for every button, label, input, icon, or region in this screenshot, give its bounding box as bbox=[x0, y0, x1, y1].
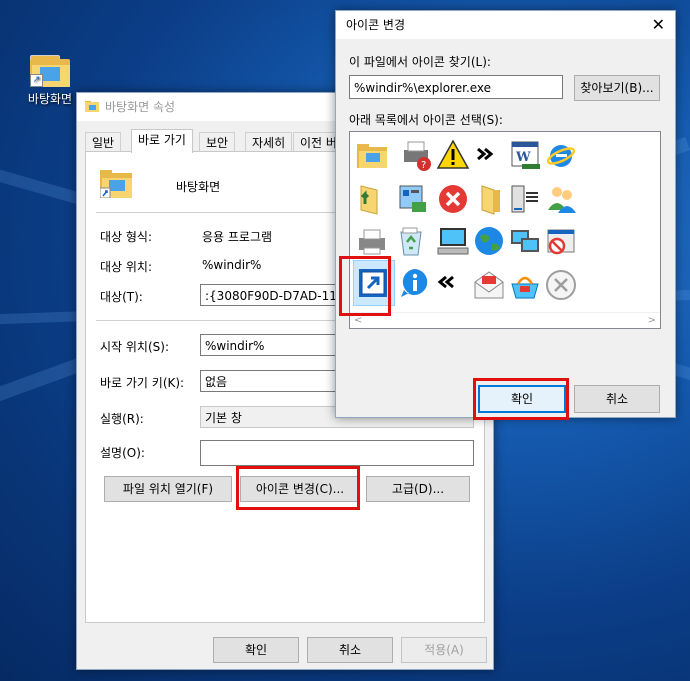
blocked-window-icon[interactable] bbox=[544, 224, 578, 258]
folder-icon bbox=[85, 101, 99, 112]
error-icon[interactable] bbox=[436, 182, 470, 216]
word-document-icon[interactable]: W bbox=[508, 138, 542, 172]
icon-cancel-button[interactable]: 취소 bbox=[574, 385, 660, 413]
double-right-chevron-icon[interactable] bbox=[470, 138, 504, 172]
tab-shortcut[interactable]: 바로 가기 bbox=[131, 129, 193, 153]
desktop-shortcut[interactable]: ↗ 바탕화면 bbox=[22, 55, 78, 107]
folder-icon: ↗ bbox=[30, 55, 70, 87]
folder-yellow-icon[interactable] bbox=[474, 182, 508, 216]
warning-icon[interactable] bbox=[436, 138, 470, 172]
shopping-basket-icon[interactable] bbox=[508, 268, 542, 302]
file-path-input[interactable]: %windir%\explorer.exe bbox=[349, 75, 563, 99]
desktop-shortcut-icon[interactable] bbox=[356, 266, 390, 300]
folder-green-arrow-icon[interactable] bbox=[355, 182, 389, 216]
svg-text:?: ? bbox=[421, 160, 426, 171]
mail-envelope-icon[interactable] bbox=[472, 268, 506, 302]
apply-button[interactable]: 적용(A) bbox=[401, 637, 487, 663]
desktop-shortcut-label: 바탕화면 bbox=[27, 92, 73, 106]
advanced-button[interactable]: 고급(D)... bbox=[366, 476, 470, 502]
change-icon-dialog: 아이콘 변경 ✕ 이 파일에서 아이콘 찾기(L): %windir%\expl… bbox=[335, 10, 676, 418]
look-for-label: 이 파일에서 아이콘 찾기(L): bbox=[349, 55, 491, 69]
change-icon-titlebar[interactable]: 아이콘 변경 ✕ bbox=[336, 11, 675, 39]
shortcut-key-label: 바로 가기 키(K): bbox=[100, 376, 185, 390]
computer-icon[interactable] bbox=[436, 224, 470, 258]
start-in-label: 시작 위치(S): bbox=[100, 340, 169, 354]
printer-icon[interactable] bbox=[355, 224, 389, 258]
target-type-label: 대상 형식: bbox=[100, 230, 153, 244]
server-list-icon[interactable] bbox=[508, 182, 542, 216]
cancel-button[interactable]: 취소 bbox=[307, 637, 393, 663]
target-label: 대상(T): bbox=[100, 290, 143, 304]
open-file-location-button[interactable]: 파일 위치 열기(F) bbox=[104, 476, 232, 502]
control-panel-icon[interactable] bbox=[396, 182, 430, 216]
tab-general[interactable]: 일반 bbox=[85, 132, 122, 153]
ok-button[interactable]: 확인 bbox=[213, 637, 299, 663]
browse-button[interactable]: 찾아보기(B)... bbox=[574, 75, 660, 101]
properties-title: 바탕화면 속성 bbox=[105, 100, 176, 114]
recycle-bin-full-icon[interactable] bbox=[394, 224, 428, 258]
globe-icon[interactable] bbox=[472, 224, 506, 258]
tab-details[interactable]: 자세히 bbox=[245, 132, 293, 153]
internet-explorer-icon[interactable] bbox=[544, 138, 578, 172]
comment-label: 설명(O): bbox=[100, 446, 145, 460]
folder-icon[interactable] bbox=[355, 138, 389, 172]
scroll-left-icon[interactable]: < bbox=[354, 313, 362, 328]
target-location-label: 대상 위치: bbox=[100, 260, 153, 274]
users-icon[interactable] bbox=[544, 182, 578, 216]
shortcut-name: 바탕화면 bbox=[176, 180, 221, 194]
info-icon[interactable] bbox=[398, 266, 432, 300]
horizontal-scrollbar[interactable]: < > bbox=[350, 312, 660, 328]
target-type-value: 응용 프로그램 bbox=[202, 230, 273, 244]
close-circle-icon[interactable] bbox=[544, 268, 578, 302]
select-icon-label: 아래 목록에서 아이콘 선택(S): bbox=[349, 113, 503, 127]
network-computers-icon[interactable] bbox=[508, 224, 542, 258]
shortcut-arrow-icon: ↗ bbox=[30, 74, 43, 87]
run-label: 실행(R): bbox=[100, 412, 144, 426]
icon-list[interactable]: ? W < > bbox=[349, 131, 661, 329]
scroll-right-icon[interactable]: > bbox=[648, 313, 656, 328]
icon-ok-button[interactable]: 확인 bbox=[478, 385, 566, 413]
printer-question-icon[interactable]: ? bbox=[400, 138, 434, 172]
folder-shortcut-icon bbox=[100, 170, 132, 198]
change-icon-button[interactable]: 아이콘 변경(C)... bbox=[240, 476, 360, 502]
svg-text:W: W bbox=[515, 150, 531, 165]
change-icon-title: 아이콘 변경 bbox=[346, 18, 406, 32]
comment-field[interactable] bbox=[200, 440, 474, 466]
tab-security[interactable]: 보안 bbox=[199, 132, 236, 153]
target-location-value: %windir% bbox=[202, 258, 262, 272]
close-icon[interactable]: ✕ bbox=[652, 11, 665, 39]
double-left-chevron-icon[interactable] bbox=[430, 266, 464, 300]
